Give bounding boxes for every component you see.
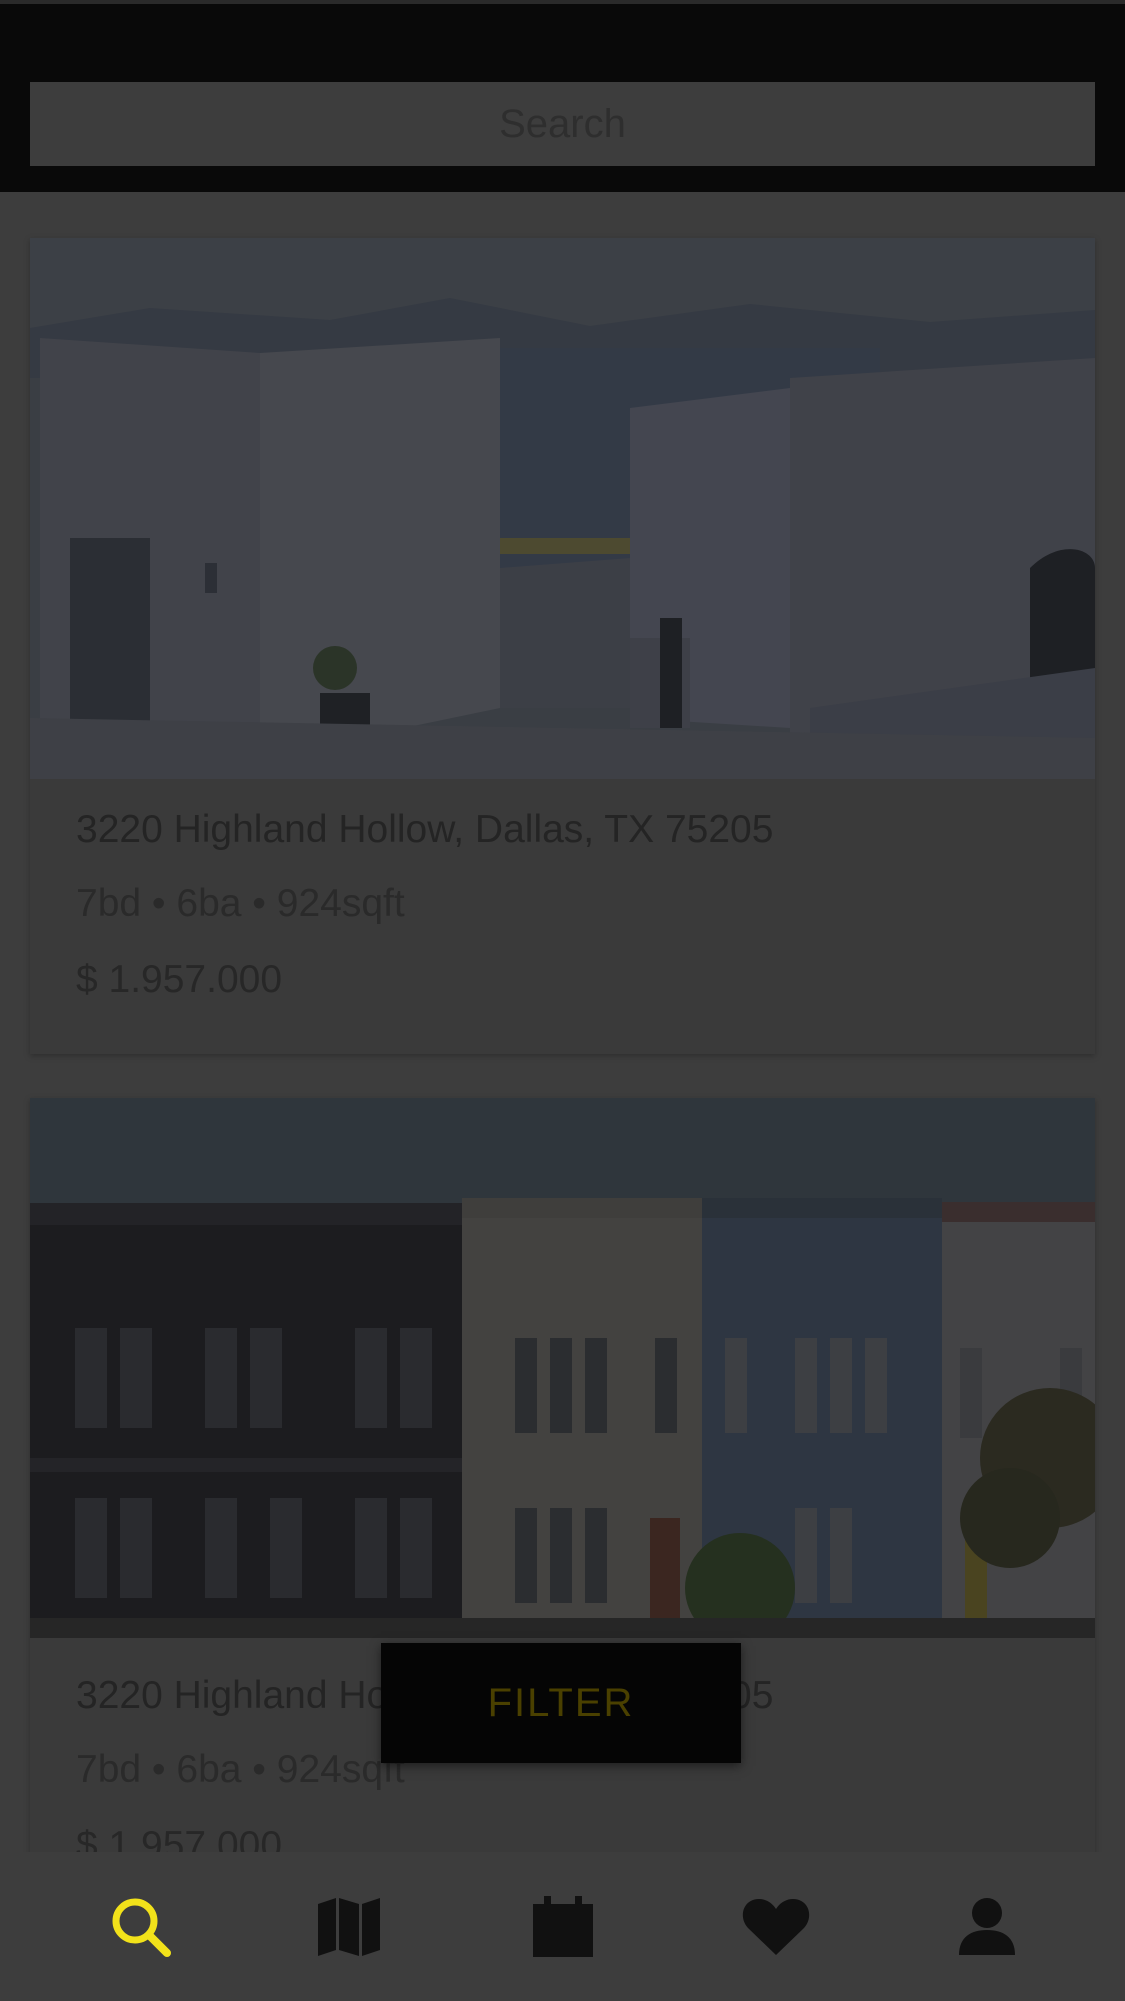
tab-search[interactable]: [28, 1852, 253, 2001]
listing-card[interactable]: 3220 Highland Hollow, Dallas, TX 75205 7…: [30, 238, 1095, 1054]
search-input[interactable]: [30, 82, 1095, 166]
listing-specs: 7bd • 6ba • 924sqft: [76, 882, 405, 925]
listing-photo[interactable]: [30, 1098, 1095, 1638]
filter-button[interactable]: FILTER: [381, 1643, 741, 1763]
listing-photo-white-houses: [30, 238, 1095, 779]
user-icon: [958, 1897, 1015, 1955]
listing-price: $ 1.957.000: [76, 1824, 283, 1852]
map-icon: [317, 1897, 380, 1956]
listing-address: 3220 Highland Hollow, Dallas, TX 75205: [76, 808, 774, 851]
tab-favorites[interactable]: [663, 1852, 888, 2001]
search-icon: [112, 1898, 171, 1957]
calendar-icon: [532, 1895, 593, 1957]
listing-photo[interactable]: [30, 238, 1095, 779]
app-header: [0, 0, 1125, 192]
tab-calendar[interactable]: [450, 1852, 675, 2001]
heart-icon: [742, 1898, 809, 1955]
listing-info: 3220 Highland Hollow, Dallas, TX 75205 7…: [76, 806, 1075, 1004]
tab-map[interactable]: [236, 1852, 461, 2001]
bottom-tab-bar: [0, 1852, 1125, 2001]
listing-photo-victorian-row-houses: [30, 1098, 1095, 1638]
tab-profile[interactable]: [874, 1852, 1099, 2001]
listing-list[interactable]: 3220 Highland Hollow, Dallas, TX 75205 7…: [0, 192, 1125, 1852]
listing-price: $ 1.957.000: [76, 958, 283, 1001]
